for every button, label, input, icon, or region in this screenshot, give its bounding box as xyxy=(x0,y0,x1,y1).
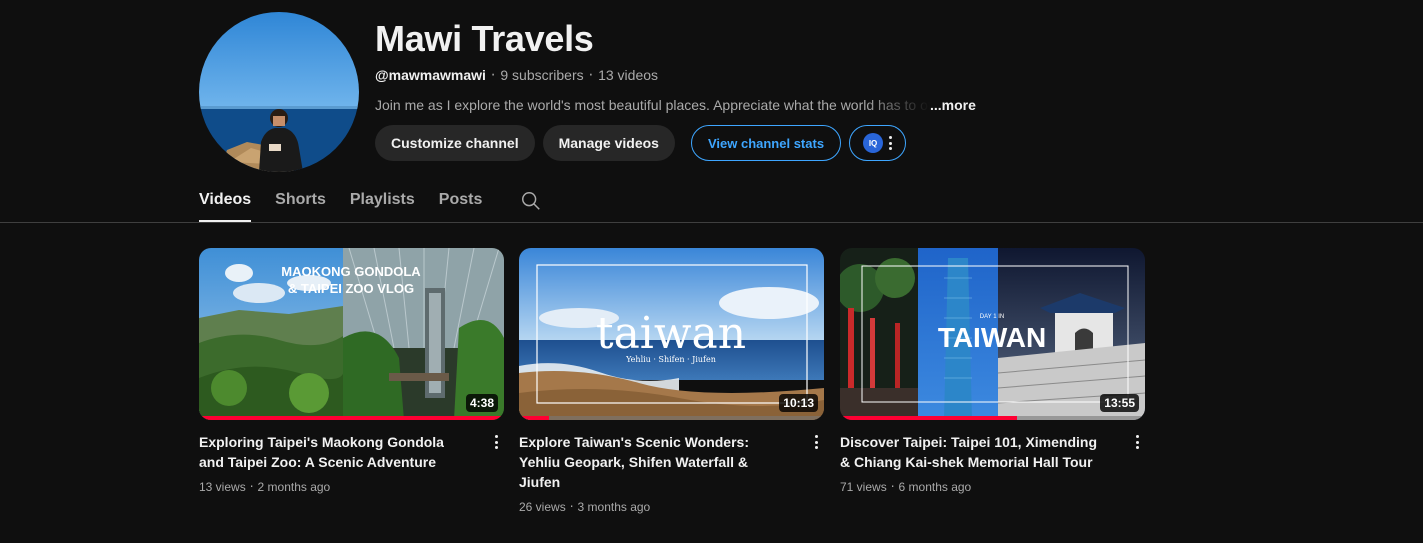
upload-age: 3 months ago xyxy=(577,500,651,514)
channel-tabs: Videos Shorts Playlists Posts xyxy=(199,180,542,222)
thumbnail-overlay-text: & TAIPEI ZOO VLOG xyxy=(288,281,414,296)
meta-separator: ‧ xyxy=(588,67,594,83)
video-thumbnail[interactable]: taiwan Yehliu · Shifen · Jiufen 10:13 xyxy=(519,248,824,420)
more-vert-icon xyxy=(889,136,893,150)
video-card[interactable]: taiwan Yehliu · Shifen · Jiufen 10:13 Ex… xyxy=(519,248,824,514)
channel-description[interactable]: Join me as I explore the world's most be… xyxy=(375,97,976,113)
channel-avatar[interactable] xyxy=(199,12,359,172)
video-meta: 26 views ‧ 3 months ago xyxy=(519,500,824,514)
tab-shorts[interactable]: Shorts xyxy=(275,180,326,222)
video-title[interactable]: Exploring Taipei's Maokong Gondola and T… xyxy=(199,432,469,472)
upload-age: 6 months ago xyxy=(898,480,972,494)
more-vert-icon xyxy=(495,435,498,449)
upload-age: 2 months ago xyxy=(257,480,331,494)
view-count: 26 views xyxy=(519,500,566,514)
thumbnail-overlay-text: TAIWAN xyxy=(938,322,1046,353)
meta-separator: ‧ xyxy=(569,500,574,514)
vidiq-icon: IQ xyxy=(863,133,884,153)
video-title[interactable]: Explore Taiwan's Scenic Wonders: Yehliu … xyxy=(519,432,789,492)
more-vert-icon xyxy=(815,435,818,449)
channel-meta: @mawmawmawi ‧ 9 subscribers ‧ 13 videos xyxy=(375,67,658,84)
video-thumbnail[interactable]: DAY 1 IN TAIWAN 13:55 xyxy=(840,248,1145,420)
video-menu-button[interactable] xyxy=(495,432,498,472)
more-link[interactable]: ...more xyxy=(930,97,976,113)
view-count: 71 views xyxy=(840,480,887,494)
meta-separator: ‧ xyxy=(490,67,496,83)
vidiq-button[interactable]: IQ xyxy=(849,125,907,161)
tab-posts[interactable]: Posts xyxy=(439,180,483,222)
view-channel-stats-button[interactable]: View channel stats xyxy=(690,125,842,161)
thumbnail-overlay-text: Yehliu · Shifen · Jiufen xyxy=(625,355,716,364)
video-duration: 10:13 xyxy=(779,394,818,412)
meta-separator: ‧ xyxy=(249,480,254,494)
manage-videos-button[interactable]: Manage videos xyxy=(542,125,675,161)
channel-search-button[interactable] xyxy=(520,180,542,222)
video-title[interactable]: Discover Taipei: Taipei 101, Ximending &… xyxy=(840,432,1110,472)
channel-name: Mawi Travels xyxy=(375,18,594,59)
thumbnail-overlay-text: DAY 1 IN xyxy=(980,314,1004,320)
video-menu-button[interactable] xyxy=(1136,432,1139,472)
video-duration: 4:38 xyxy=(465,394,498,412)
description-text: Join me as I explore the world's most be… xyxy=(375,97,930,113)
video-thumbnail[interactable]: MAOKONG GONDOLA & TAIPEI ZOO VLOG 4:38 xyxy=(199,248,504,420)
view-count: 13 views xyxy=(199,480,246,494)
subscriber-count: 9 subscribers xyxy=(500,67,584,83)
video-meta: 13 views ‧ 2 months ago xyxy=(199,480,504,494)
video-card[interactable]: DAY 1 IN TAIWAN 13:55 Discover Taipei: T… xyxy=(840,248,1145,494)
tab-playlists[interactable]: Playlists xyxy=(350,180,415,222)
video-menu-button[interactable] xyxy=(815,432,818,492)
meta-separator: ‧ xyxy=(890,480,895,494)
thumbnail-overlay-text: MAOKONG GONDOLA xyxy=(281,264,421,279)
search-icon xyxy=(522,192,541,210)
channel-actions: Customize channel Manage videos View cha… xyxy=(375,125,907,161)
tabs-divider xyxy=(0,222,1423,223)
customize-channel-button[interactable]: Customize channel xyxy=(375,125,535,161)
video-card[interactable]: MAOKONG GONDOLA & TAIPEI ZOO VLOG 4:38 E… xyxy=(199,248,504,494)
video-duration: 13:55 xyxy=(1100,394,1139,412)
more-vert-icon xyxy=(1136,435,1139,449)
video-meta: 71 views ‧ 6 months ago xyxy=(840,480,1145,494)
thumbnail-overlay-text: taiwan xyxy=(596,308,746,359)
tab-videos[interactable]: Videos xyxy=(199,180,252,222)
channel-handle: @mawmawmawi xyxy=(375,67,486,83)
video-count: 13 videos xyxy=(598,67,659,83)
